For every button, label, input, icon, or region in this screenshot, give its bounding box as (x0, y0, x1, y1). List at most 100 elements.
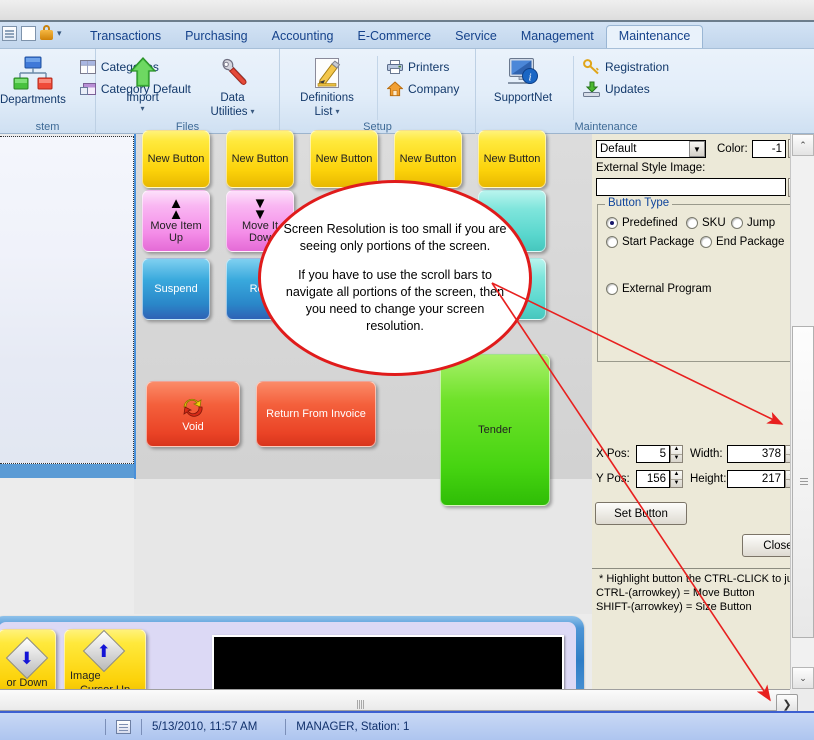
printer-icon (387, 60, 403, 74)
pos-button-caption-2: Up (168, 232, 184, 244)
xpos-spinner[interactable]: ▲ ▼ (670, 445, 683, 463)
quick-access-toolbar[interactable]: ▾ (2, 25, 62, 41)
updates-button[interactable]: Updates (583, 81, 669, 97)
pos-button-caption: New Button (483, 153, 541, 165)
color-value: -1 (771, 143, 782, 155)
registration-button[interactable]: Registration (583, 59, 669, 75)
ribbon-group-maintenance: i SupportNet Registration Updates Mainte… (476, 49, 814, 135)
radio-dot-icon (686, 217, 698, 229)
definitions-list-caret-icon[interactable]: ▾ (335, 108, 339, 116)
pos-button-return-from-invoice[interactable]: Return From Invoice (256, 381, 376, 447)
ribbon-body: Departments Categories Category Default … (0, 48, 814, 135)
ribbon-group-system: Departments Categories Category Default … (0, 49, 191, 135)
scroll-down-button[interactable]: ⌄ (792, 667, 814, 689)
ypos-field[interactable]: 156 (636, 470, 670, 488)
radio-end-package[interactable]: End Package (700, 236, 784, 248)
set-button-button[interactable]: Set Button (595, 502, 687, 525)
definitions-list-label-2: List (314, 106, 333, 118)
radio-dot-icon (606, 236, 618, 248)
pos-button-caption: New Button (147, 153, 205, 165)
status-datetime: 5/13/2010, 11:57 AM (152, 720, 258, 733)
app-menu-icon[interactable] (2, 25, 17, 41)
spinner-down-icon[interactable]: ▼ (671, 480, 682, 488)
radio-sku[interactable]: SKU (686, 217, 726, 229)
radio-label: Predefined (622, 217, 678, 229)
data-utilities-label-2: Utilities (210, 106, 248, 118)
horizontal-scrollbar[interactable] (0, 689, 790, 711)
scroll-up-button[interactable]: ⌃ (792, 134, 814, 156)
radio-external-program[interactable]: External Program (606, 283, 711, 295)
xpos-value: 5 (659, 448, 666, 460)
pos-button-move-item-up[interactable]: ▲ ▲ Move Item Up (142, 190, 210, 252)
radio-predefined[interactable]: Predefined (606, 217, 678, 229)
pos-button-tender[interactable]: Tender (440, 354, 550, 506)
style-combo[interactable]: Default ▼ (596, 140, 706, 158)
group-divider-setup (377, 56, 378, 120)
pos-button-new-5[interactable]: New Button (478, 130, 546, 188)
data-utilities-button[interactable]: Data Utilities ▾ (197, 53, 269, 118)
vertical-scrollbar[interactable]: ⌃ ⌄ (790, 134, 814, 689)
width-value: 378 (761, 448, 781, 460)
pos-button-caption: Void (182, 420, 204, 433)
tab-maintenance[interactable]: Maintenance (605, 25, 704, 49)
definitions-list-button[interactable]: Definitions List ▾ (286, 53, 368, 118)
import-caret-icon[interactable]: ▾ (140, 105, 144, 113)
pos-button-new-1[interactable]: New Button (142, 130, 210, 188)
setup-small-buttons: Printers Company (387, 53, 459, 97)
width-field[interactable]: 378 (727, 445, 785, 463)
properties-inner: Default ▼ Color: -1 ... External Style I… (592, 134, 814, 689)
lock-icon[interactable] (40, 25, 53, 41)
window-title-strip (0, 0, 814, 22)
external-style-image-field[interactable] (596, 178, 786, 196)
pos-button-new-3[interactable]: New Button (310, 130, 378, 188)
background-form-panel (0, 136, 134, 464)
pos-button-caption: New Button (399, 153, 457, 165)
up-arrow-diamond-icon: ⬆ (82, 630, 126, 673)
ypos-value: 156 (646, 473, 666, 485)
spinner-up-icon[interactable]: ▲ (671, 471, 682, 480)
tab-service[interactable]: Service (443, 26, 509, 48)
customize-qat-caret-icon[interactable]: ▾ (57, 26, 62, 41)
updates-download-icon (583, 81, 600, 97)
tab-accounting[interactable]: Accounting (260, 26, 346, 48)
color-value-field[interactable]: -1 (752, 140, 786, 158)
printers-label: Printers (408, 60, 450, 74)
height-field[interactable]: 217 (727, 470, 785, 488)
ypos-spinner[interactable]: ▲ ▼ (670, 470, 683, 488)
pos-button-void[interactable]: Void (146, 381, 240, 447)
vertical-scrollbar-thumb[interactable] (792, 326, 814, 638)
spinner-down-icon[interactable]: ▼ (671, 455, 682, 463)
tab-transactions[interactable]: Transactions (78, 26, 173, 48)
status-divider (285, 718, 287, 735)
radio-dot-icon (700, 236, 712, 248)
data-utilities-caret-icon[interactable]: ▾ (251, 108, 255, 116)
tab-purchasing[interactable]: Purchasing (173, 26, 260, 48)
document-status-icon[interactable] (116, 719, 131, 734)
new-document-icon[interactable] (21, 25, 36, 41)
color-label: Color: (717, 143, 748, 155)
hint-line-1: * Highlight button the CTRL-CLICK to ju (599, 573, 793, 585)
toolbar-image-label: Image (70, 670, 101, 682)
double-up-arrow-icon: ▲ ▲ (168, 195, 184, 223)
supportnet-button[interactable]: i SupportNet (482, 53, 564, 104)
spinner-up-icon[interactable]: ▲ (671, 446, 682, 455)
xpos-field[interactable]: 5 (636, 445, 670, 463)
void-swirl-icon (183, 398, 203, 417)
company-button[interactable]: Company (387, 81, 459, 97)
tab-management[interactable]: Management (509, 26, 606, 48)
ribbon-tab-bar: ▾ Transactions Purchasing Accounting E-C… (0, 22, 814, 49)
callout-bubble: Screen Resolution is too small if you ar… (258, 180, 532, 376)
printers-button[interactable]: Printers (387, 59, 459, 75)
company-home-icon (387, 81, 403, 97)
pos-button-suspend[interactable]: Suspend (142, 258, 210, 320)
data-utilities-label-1: Data (220, 92, 245, 104)
import-button[interactable]: Import ▾ (107, 53, 179, 113)
ribbon-group-files: Import ▾ Data Utilities ▾ Files (96, 49, 280, 135)
radio-jump[interactable]: Jump (731, 217, 775, 229)
tab-ecommerce[interactable]: E-Commerce (346, 26, 444, 48)
chevron-down-icon[interactable]: ▼ (689, 141, 705, 157)
departments-button[interactable]: Departments (0, 53, 66, 106)
support-monitor-icon: i (508, 58, 538, 84)
radio-start-package[interactable]: Start Package (606, 236, 694, 248)
pos-button-new-2[interactable]: New Button (226, 130, 294, 188)
